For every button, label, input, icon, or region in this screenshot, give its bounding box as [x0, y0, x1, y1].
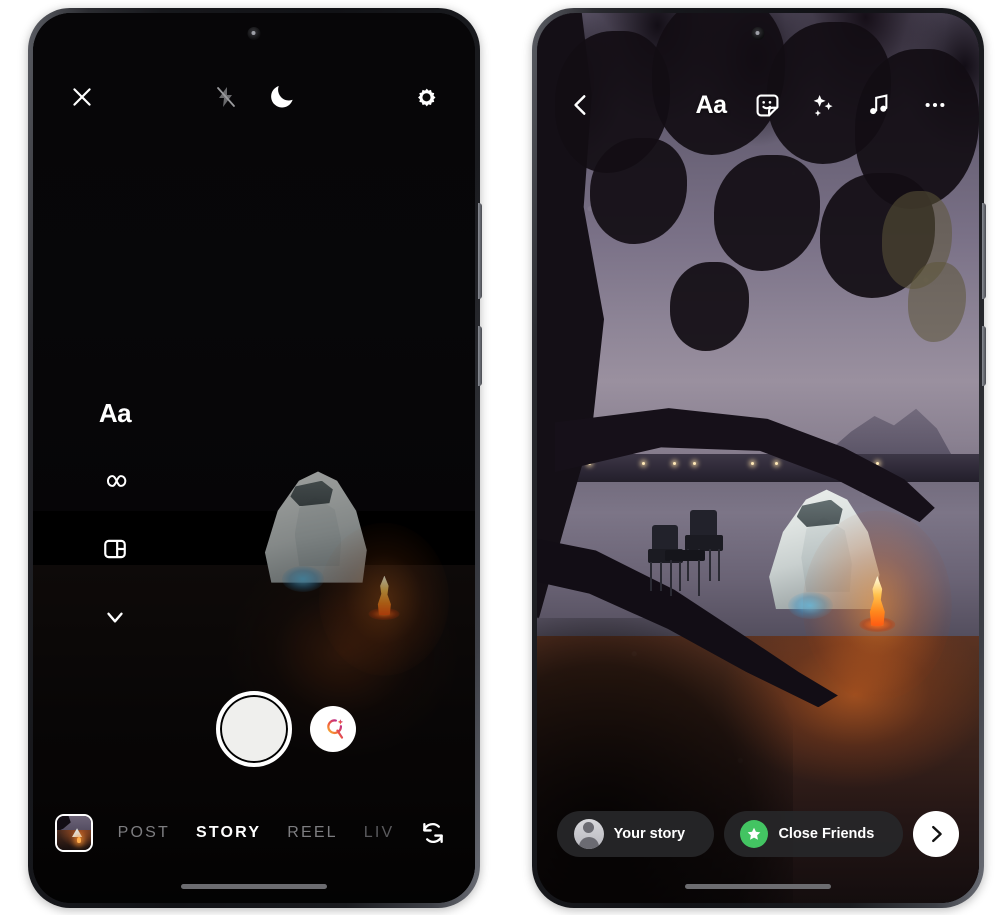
- camera-tool-rail: Aa: [95, 393, 135, 637]
- chevron-down-icon[interactable]: [95, 597, 135, 637]
- tab-post[interactable]: POST: [118, 824, 170, 842]
- close-friends-label: Close Friends: [778, 826, 875, 842]
- chevron-left-icon[interactable]: [559, 83, 603, 127]
- more-horizontal-icon[interactable]: [913, 83, 957, 127]
- close-friends-button[interactable]: Close Friends: [723, 811, 903, 857]
- power-button-right[interactable]: [982, 326, 986, 386]
- left-screen: Aa POST STORY REEL LIV: [33, 13, 475, 903]
- volume-button-right[interactable]: [982, 203, 986, 299]
- camera-mode-tabs: POST STORY REEL LIV: [99, 824, 413, 842]
- layout-icon[interactable]: [95, 529, 135, 569]
- sparkles-icon[interactable]: [801, 83, 845, 127]
- close-friends-star-icon: [740, 820, 769, 848]
- phone-left-camera: Aa POST STORY REEL LIV: [28, 8, 482, 908]
- avatar: [573, 819, 604, 849]
- share-bar: Your story Close Friends: [537, 807, 979, 861]
- your-story-label: Your story: [613, 826, 686, 842]
- story-photo: [537, 13, 979, 903]
- front-camera-punch-hole: [751, 27, 765, 40]
- power-button-left[interactable]: [478, 326, 482, 386]
- sticker-icon[interactable]: [745, 83, 789, 127]
- home-indicator-left: [181, 884, 327, 889]
- front-camera-punch-hole: [247, 27, 261, 40]
- page-root: Aa POST STORY REEL LIV Aa Your story Clo…: [0, 0, 1000, 915]
- music-note-icon[interactable]: [857, 83, 901, 127]
- close-icon[interactable]: [61, 76, 103, 118]
- effects-lens-button[interactable]: [310, 706, 356, 752]
- tab-story[interactable]: STORY: [196, 824, 261, 842]
- moon-icon[interactable]: [261, 76, 303, 118]
- editor-top-bar: Aa: [537, 81, 979, 129]
- camp-table: [665, 547, 705, 596]
- shutter-button[interactable]: [216, 691, 292, 767]
- camera-bottom-bar: POST STORY REEL LIV: [33, 807, 475, 859]
- text-aa-icon[interactable]: Aa: [689, 83, 733, 127]
- right-screen: Aa Your story Close Friends: [537, 13, 979, 903]
- tab-reel[interactable]: REEL: [287, 824, 338, 842]
- home-indicator-right: [685, 884, 831, 889]
- volume-button-left[interactable]: [478, 203, 482, 299]
- gear-icon[interactable]: [405, 76, 447, 118]
- infinity-icon[interactable]: [95, 461, 135, 501]
- capture-row: [33, 691, 475, 767]
- camera-top-bar: [33, 73, 475, 121]
- flash-off-icon[interactable]: [205, 76, 247, 118]
- tab-live[interactable]: LIV: [364, 824, 395, 842]
- create-text-icon[interactable]: Aa: [95, 393, 135, 433]
- phone-right-editor: Aa Your story Close Friends: [532, 8, 986, 908]
- flip-camera-icon[interactable]: [413, 813, 453, 853]
- next-button[interactable]: [913, 811, 959, 857]
- editor-tools: Aa: [689, 83, 957, 127]
- your-story-button[interactable]: Your story: [557, 811, 714, 857]
- gallery-thumbnail[interactable]: [55, 814, 93, 852]
- campfire-object: [803, 510, 952, 701]
